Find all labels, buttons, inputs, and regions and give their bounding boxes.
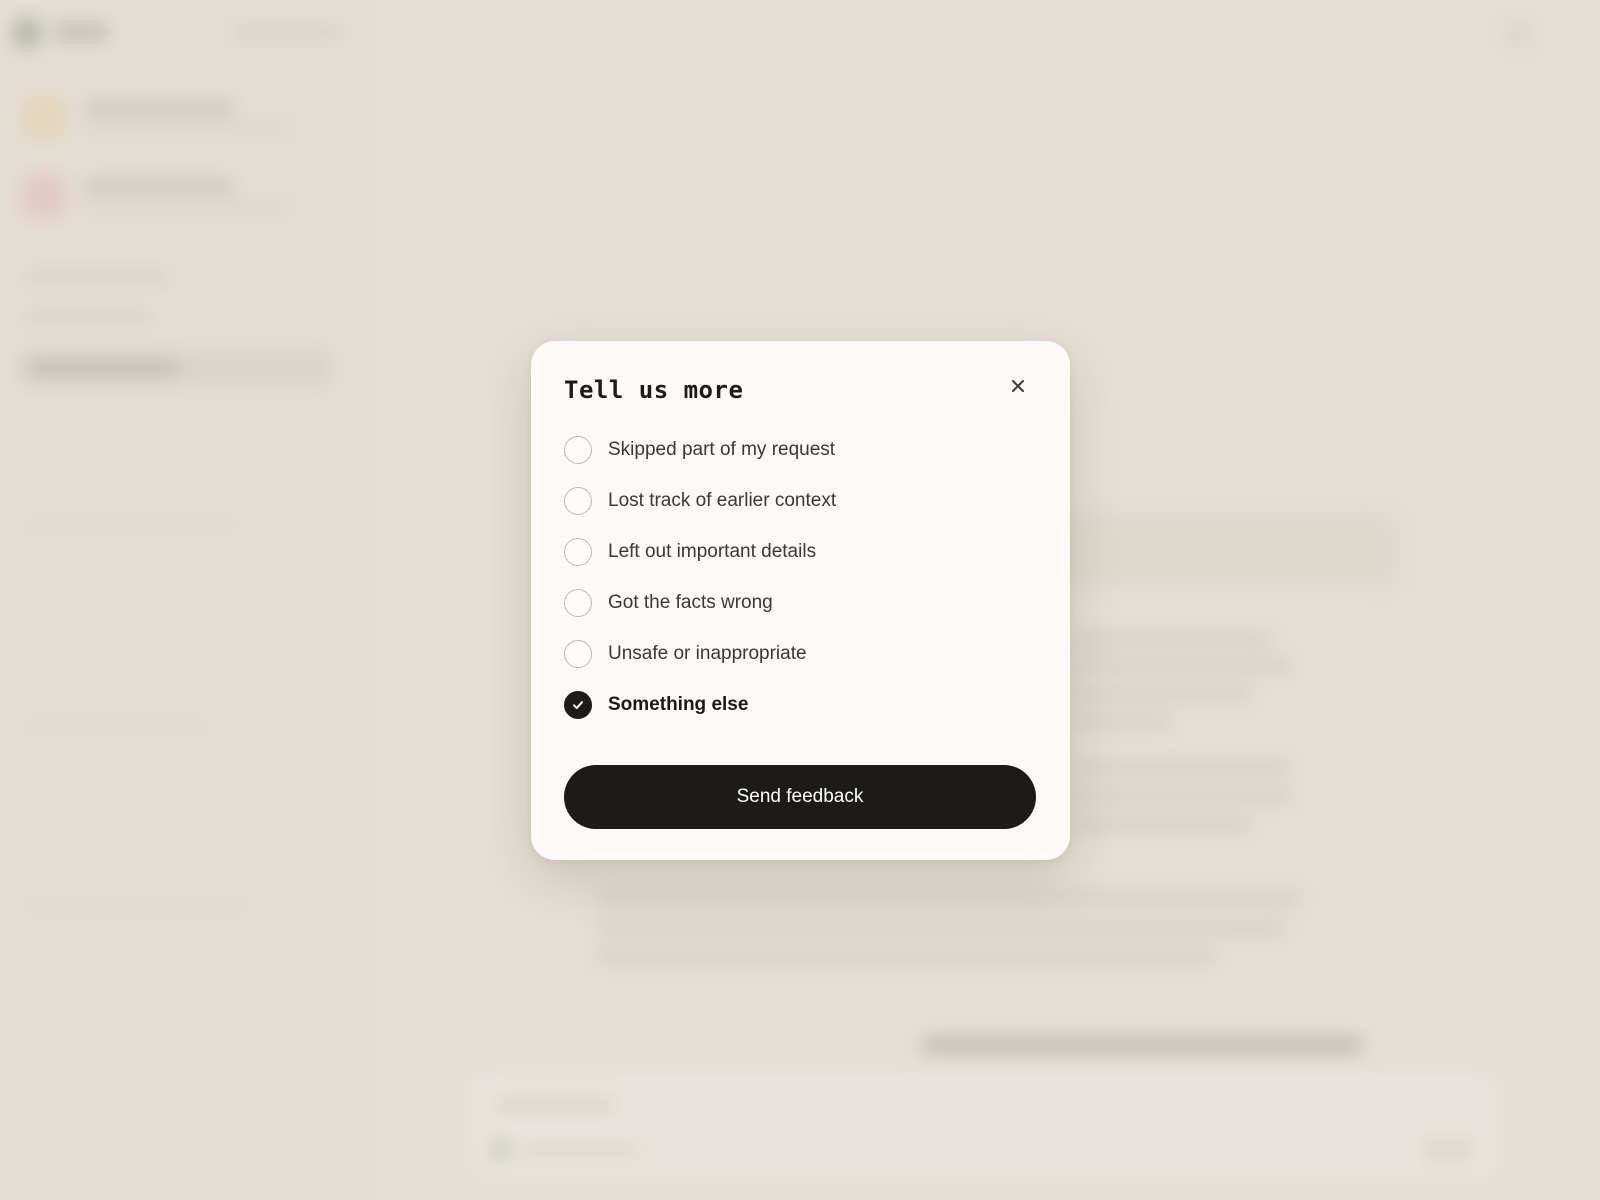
radio-button[interactable] — [564, 588, 592, 617]
option-label: Lost track of earlier context — [608, 489, 837, 511]
option-wrong-facts[interactable]: Got the facts wrong — [564, 577, 1034, 628]
option-something-else[interactable]: Something else — [564, 679, 1034, 730]
radio-button[interactable] — [564, 435, 592, 464]
option-label: Unsafe or inappropriate — [608, 642, 807, 664]
feedback-options: Skipped part of my request Lost track of… — [564, 424, 1034, 730]
close-button[interactable] — [1003, 371, 1033, 401]
close-icon — [1012, 380, 1024, 392]
radio-button[interactable] — [564, 639, 592, 668]
option-skipped-request[interactable]: Skipped part of my request — [564, 424, 1034, 475]
radio-button-checked[interactable] — [564, 690, 592, 719]
radio-button[interactable] — [564, 486, 592, 515]
checkmark-icon — [573, 700, 583, 709]
option-unsafe[interactable]: Unsafe or inappropriate — [564, 628, 1034, 679]
option-label: Skipped part of my request — [608, 438, 836, 460]
option-left-out-details[interactable]: Left out important details — [564, 526, 1034, 577]
option-label: Got the facts wrong — [608, 591, 773, 613]
dialog-title: Tell us more — [564, 376, 744, 404]
radio-button[interactable] — [564, 537, 592, 566]
option-lost-context[interactable]: Lost track of earlier context — [564, 475, 1034, 526]
feedback-dialog: Tell us more Skipped part of my request … — [531, 341, 1070, 860]
option-label: Left out important details — [608, 540, 817, 562]
send-feedback-button[interactable]: Send feedback — [564, 765, 1036, 829]
option-label: Something else — [608, 693, 749, 715]
